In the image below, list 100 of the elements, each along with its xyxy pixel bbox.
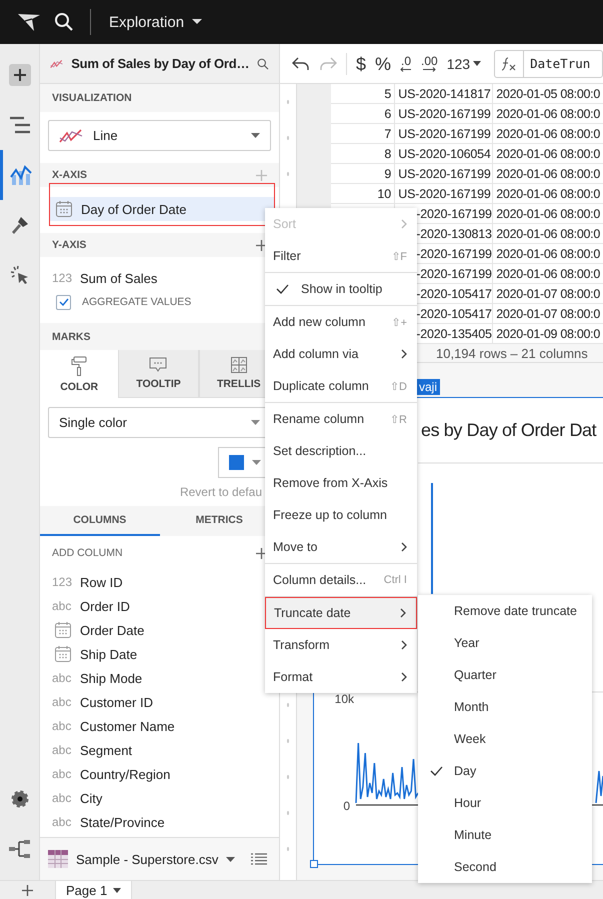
type-label: abc bbox=[52, 719, 72, 733]
line-chart-icon bbox=[50, 58, 64, 70]
menu-item[interactable]: Remove date truncate bbox=[418, 595, 592, 627]
type-label: abc bbox=[52, 767, 72, 781]
table-cell-text: 2020-01-06 08:00:0 bbox=[495, 246, 601, 262]
arrow-icon bbox=[400, 67, 412, 72]
axis-label: 0 bbox=[343, 799, 350, 813]
table-cell-text: 2020-01-06 08:00:0 bbox=[495, 226, 601, 242]
calendar-icon bbox=[52, 621, 74, 639]
checkbox[interactable] bbox=[56, 294, 71, 310]
table-cell: 9 bbox=[331, 164, 396, 183]
chevron-right-icon bbox=[401, 640, 407, 650]
add-icon[interactable] bbox=[256, 548, 267, 558]
axis-field-pill[interactable]: Day of Order Date bbox=[49, 197, 274, 221]
table-cell: US-2020-167199 bbox=[395, 184, 494, 203]
type-label: 123 bbox=[52, 575, 74, 589]
menu-item[interactable]: Hour bbox=[418, 787, 592, 819]
search-icon[interactable] bbox=[257, 56, 269, 72]
visualization-dropdown[interactable]: Line bbox=[48, 120, 271, 151]
menu-item[interactable]: Quarter bbox=[418, 659, 592, 691]
table-icon bbox=[48, 850, 68, 868]
menu-item[interactable]: Set description... bbox=[265, 435, 417, 467]
column-name[interactable]: Order Date bbox=[80, 622, 144, 638]
number-format-button[interactable]: 123 bbox=[446, 56, 482, 70]
table-cell-text: 2020-01-06 08:00:0 bbox=[495, 146, 601, 162]
type-label: abc bbox=[52, 695, 72, 709]
column-name[interactable]: Customer Name bbox=[80, 718, 175, 734]
table-cell-text: 2020-01-09 08:00:0 bbox=[495, 326, 601, 342]
column-name[interactable]: Ship Mode bbox=[80, 670, 142, 686]
menu-item[interactable]: Move to bbox=[265, 531, 417, 563]
table-cell: 10 bbox=[331, 184, 396, 203]
menu-item[interactable]: Remove from X-Axis bbox=[265, 467, 417, 499]
page-tab[interactable]: Page 1 bbox=[55, 881, 132, 899]
chevron-right-icon bbox=[401, 542, 407, 552]
type-label: abc bbox=[52, 671, 72, 685]
list-icon[interactable] bbox=[251, 853, 267, 865]
logo-icon[interactable] bbox=[16, 11, 42, 33]
caret-icon bbox=[473, 61, 482, 66]
menu-item[interactable]: Second bbox=[418, 851, 592, 883]
add-icon[interactable] bbox=[256, 240, 267, 250]
type-label: 123 bbox=[52, 271, 74, 285]
section-label: ADD COLUMN bbox=[52, 547, 123, 559]
column-name[interactable]: Row ID bbox=[80, 574, 123, 590]
column-name[interactable]: Country/Region bbox=[80, 766, 170, 782]
menu-item[interactable]: Minute bbox=[418, 819, 592, 851]
menu-item[interactable]: Day bbox=[418, 755, 592, 787]
section-label: VISUALIZATION bbox=[52, 92, 132, 104]
table-cell: 6 bbox=[331, 104, 396, 123]
column-name[interactable]: City bbox=[80, 790, 102, 806]
caret-icon bbox=[251, 420, 260, 425]
caret-icon bbox=[192, 19, 202, 25]
menu-item[interactable]: Truncate date bbox=[265, 597, 417, 629]
column-name[interactable]: Ship Date bbox=[80, 646, 138, 662]
chevron-right-icon bbox=[401, 672, 407, 682]
menu-item[interactable]: Freeze up to column bbox=[265, 499, 417, 531]
column-name[interactable]: Order ID bbox=[80, 598, 130, 614]
resize-handle[interactable] bbox=[310, 860, 318, 868]
columns-tab[interactable]: COLUMNS bbox=[40, 506, 160, 536]
panel-title: Sum of Sales by Day of Ord… bbox=[71, 56, 250, 71]
type-label: abc bbox=[52, 743, 72, 757]
marks-tab[interactable]: TOOLTIP bbox=[118, 350, 199, 398]
checkbox-label: AGGREGATE VALUES bbox=[82, 296, 192, 308]
percent-button[interactable]: % bbox=[375, 54, 392, 72]
currency-button[interactable]: $ bbox=[356, 54, 366, 72]
increase-decimals-button[interactable]: .00 bbox=[421, 55, 438, 72]
workbook-title-button[interactable]: Exploration bbox=[107, 10, 204, 34]
table-cell-text: 2020-01-06 08:00:0 bbox=[495, 206, 601, 222]
decrease-decimals-button[interactable]: .0 bbox=[400, 55, 412, 72]
axis-field[interactable]: Sum of Sales bbox=[80, 270, 158, 286]
element-tag: vaji bbox=[416, 379, 440, 395]
section-label: MARKS bbox=[52, 330, 90, 342]
menu-item[interactable]: Week bbox=[418, 723, 592, 755]
search-icon[interactable] bbox=[54, 12, 74, 32]
table-cell-text: 2020-01-06 08:00:0 bbox=[495, 186, 601, 202]
table-cell-text: 2020-01-07 08:00:0 bbox=[495, 306, 601, 322]
menu-item[interactable]: Transform bbox=[265, 629, 417, 661]
section-label: Y-AXIS bbox=[52, 239, 86, 251]
table-cell: US-2020-167199 bbox=[395, 124, 494, 143]
menu-item[interactable]: Column details... Ctrl I bbox=[265, 564, 417, 596]
section-label: X-AXIS bbox=[52, 169, 88, 181]
formula-bar[interactable]: DateTrun bbox=[494, 50, 603, 78]
column-name[interactable]: Customer ID bbox=[80, 694, 153, 710]
table-cell-text: 2020-01-06 08:00:0 bbox=[495, 166, 601, 182]
speech-bubble-icon bbox=[149, 357, 168, 373]
caret-icon bbox=[252, 460, 261, 465]
column-name[interactable]: Segment bbox=[80, 742, 132, 758]
column-name[interactable]: State/Province bbox=[80, 814, 165, 830]
calendar-icon bbox=[55, 200, 73, 218]
menu-item[interactable]: Month bbox=[418, 691, 592, 723]
table-cell-text: 2020-01-05 08:00:0 bbox=[495, 86, 601, 102]
add-icon[interactable] bbox=[22, 884, 33, 896]
menu-item[interactable]: Show in tooltip bbox=[265, 273, 417, 305]
function-icon bbox=[501, 56, 518, 70]
paint-roller-icon bbox=[71, 356, 88, 376]
menu-item[interactable]: Year bbox=[418, 627, 592, 659]
table-cell-text: 2020-01-06 08:00:0 bbox=[495, 266, 601, 282]
menu-item[interactable]: Format bbox=[265, 661, 417, 693]
row-count: 10,194 rows – 21 columns bbox=[436, 346, 588, 360]
undo-icon[interactable] bbox=[292, 56, 310, 70]
grid-icon bbox=[230, 357, 247, 373]
